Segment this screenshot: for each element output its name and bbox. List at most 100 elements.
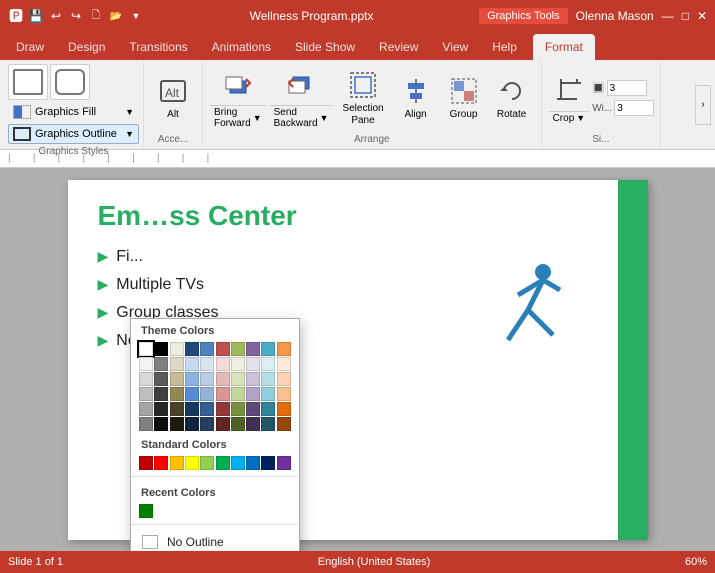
theme-color-cell[interactable] <box>154 357 168 371</box>
theme-color-cell[interactable] <box>216 387 230 401</box>
send-backward-arrow[interactable]: SendBackward ▼ <box>270 105 333 131</box>
theme-color-cell[interactable] <box>246 372 260 386</box>
theme-color-cell[interactable] <box>185 342 199 356</box>
theme-color-cell[interactable] <box>231 402 245 416</box>
standard-color-cell[interactable] <box>139 456 153 470</box>
theme-color-cell[interactable] <box>154 342 168 356</box>
dropdown-icon[interactable]: ▼ <box>128 8 144 24</box>
theme-color-cell[interactable] <box>261 417 275 431</box>
theme-color-cell[interactable] <box>261 342 275 356</box>
save-icon[interactable]: 💾 <box>28 8 44 24</box>
tab-animations[interactable]: Animations <box>200 34 283 60</box>
theme-color-cell[interactable] <box>231 417 245 431</box>
bring-forward-arrow[interactable]: BringForward ▼ <box>210 105 266 131</box>
theme-color-cell[interactable] <box>246 402 260 416</box>
theme-color-cell[interactable] <box>277 357 291 371</box>
height-input[interactable] <box>607 80 647 96</box>
theme-color-cell[interactable] <box>216 372 230 386</box>
theme-color-cell[interactable] <box>231 342 245 356</box>
redo-icon[interactable]: ↪ <box>68 8 84 24</box>
crop-arrow[interactable]: Crop ▼ <box>549 111 590 126</box>
theme-color-cell[interactable] <box>185 387 199 401</box>
align-button[interactable]: Align <box>393 70 439 126</box>
theme-color-cell[interactable] <box>277 372 291 386</box>
theme-color-cell[interactable] <box>200 402 214 416</box>
theme-color-cell[interactable] <box>231 372 245 386</box>
minimize-icon[interactable]: — <box>662 9 674 23</box>
theme-color-cell[interactable] <box>154 387 168 401</box>
theme-color-cell[interactable] <box>185 402 199 416</box>
theme-color-cell[interactable] <box>231 357 245 371</box>
outline-arrow-icon[interactable]: ▼ <box>125 129 134 139</box>
theme-color-cell[interactable] <box>246 387 260 401</box>
crop-dropdown-icon[interactable]: ▼ <box>576 113 585 123</box>
theme-color-cell[interactable] <box>261 357 275 371</box>
theme-color-cell[interactable] <box>139 342 153 356</box>
theme-color-cell[interactable] <box>154 372 168 386</box>
ribbon-scroll-right[interactable]: › <box>695 85 711 125</box>
theme-color-cell[interactable] <box>200 372 214 386</box>
theme-color-cell[interactable] <box>216 417 230 431</box>
tab-draw[interactable]: Draw <box>4 34 56 60</box>
theme-color-cell[interactable] <box>246 417 260 431</box>
theme-color-cell[interactable] <box>261 402 275 416</box>
standard-color-cell[interactable] <box>185 456 199 470</box>
tab-view[interactable]: View <box>430 34 480 60</box>
theme-color-cell[interactable] <box>200 417 214 431</box>
theme-color-cell[interactable] <box>170 387 184 401</box>
theme-color-cell[interactable] <box>185 417 199 431</box>
maximize-icon[interactable]: □ <box>682 9 689 23</box>
alt-button[interactable]: Alt Alt <box>150 70 196 126</box>
theme-color-cell[interactable] <box>246 357 260 371</box>
rotate-button[interactable]: Rotate <box>489 70 535 126</box>
theme-color-cell[interactable] <box>139 417 153 431</box>
standard-color-cell[interactable] <box>154 456 168 470</box>
theme-color-cell[interactable] <box>170 357 184 371</box>
bring-forward-button[interactable]: BringForward ▼ <box>209 64 267 132</box>
open-icon[interactable]: 📂 <box>108 8 124 24</box>
theme-color-cell[interactable] <box>261 372 275 386</box>
tab-transitions[interactable]: Transitions <box>117 34 199 60</box>
theme-color-cell[interactable] <box>139 402 153 416</box>
theme-color-cell[interactable] <box>231 387 245 401</box>
theme-color-cell[interactable] <box>139 387 153 401</box>
theme-color-cell[interactable] <box>277 417 291 431</box>
theme-color-cell[interactable] <box>200 357 214 371</box>
style-btn-2[interactable] <box>50 64 90 100</box>
graphics-outline-button[interactable]: Graphics Outline ▼ <box>8 124 139 144</box>
standard-color-cell[interactable] <box>261 456 275 470</box>
tab-slideshow[interactable]: Slide Show <box>283 34 367 60</box>
theme-color-cell[interactable] <box>170 372 184 386</box>
bring-forward-dropdown-icon[interactable]: ▼ <box>253 113 262 123</box>
theme-color-cell[interactable] <box>170 402 184 416</box>
theme-color-cell[interactable] <box>216 342 230 356</box>
tab-review[interactable]: Review <box>367 34 430 60</box>
standard-color-cell[interactable] <box>277 456 291 470</box>
theme-color-cell[interactable] <box>261 387 275 401</box>
group-button[interactable]: Group <box>441 70 487 126</box>
selection-pane-button[interactable]: SelectionPane <box>335 64 390 132</box>
theme-color-cell[interactable] <box>139 372 153 386</box>
graphics-fill-button[interactable]: Graphics Fill ▼ <box>8 102 139 122</box>
theme-color-cell[interactable] <box>170 342 184 356</box>
theme-color-cell[interactable] <box>154 417 168 431</box>
style-btn-1[interactable] <box>8 64 48 100</box>
crop-button[interactable]: Crop ▼ <box>548 70 591 127</box>
theme-color-cell[interactable] <box>170 417 184 431</box>
theme-color-cell[interactable] <box>277 387 291 401</box>
theme-color-cell[interactable] <box>185 357 199 371</box>
send-backward-button[interactable]: SendBackward ▼ <box>269 64 334 132</box>
standard-color-cell[interactable] <box>231 456 245 470</box>
undo-icon[interactable]: ↩ <box>48 8 64 24</box>
tab-design[interactable]: Design <box>56 34 117 60</box>
new-icon[interactable]: 🗋 <box>88 8 104 24</box>
standard-color-cell[interactable] <box>200 456 214 470</box>
standard-color-cell[interactable] <box>246 456 260 470</box>
close-icon[interactable]: ✕ <box>697 9 707 23</box>
tab-help[interactable]: Help <box>480 34 529 60</box>
theme-color-cell[interactable] <box>246 342 260 356</box>
no-outline-item[interactable]: No Outline <box>131 529 299 551</box>
fill-arrow-icon[interactable]: ▼ <box>125 107 134 117</box>
theme-color-cell[interactable] <box>216 402 230 416</box>
standard-color-cell[interactable] <box>216 456 230 470</box>
